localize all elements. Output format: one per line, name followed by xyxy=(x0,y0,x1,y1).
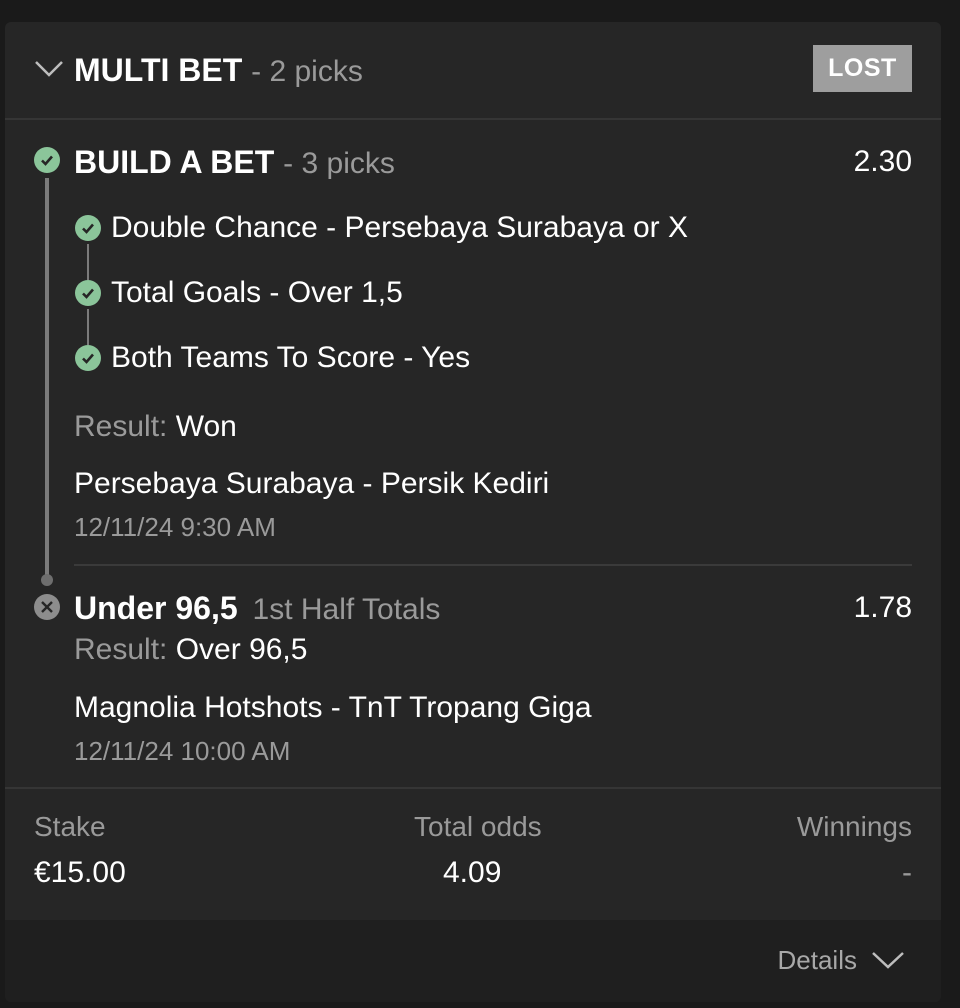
pick-result: Result: Over 96,5 xyxy=(74,631,307,669)
build-a-bet-title: BUILD A BET xyxy=(74,144,275,180)
check-circle-icon xyxy=(75,280,101,306)
details-label: Details xyxy=(777,944,857,975)
timeline-dot xyxy=(41,574,53,586)
match-name: Magnolia Hotshots - TnT Tropang Giga xyxy=(74,691,592,724)
result-value: Won xyxy=(175,410,237,443)
build-a-bet-odds: 2.30 xyxy=(853,145,912,178)
details-footer: Details xyxy=(5,920,941,1002)
check-circle-icon xyxy=(75,215,101,241)
check-circle-icon xyxy=(34,147,60,173)
result-label: Result: xyxy=(74,410,168,443)
timeline-line xyxy=(45,178,49,578)
match-name: Persebaya Surabaya - Persik Kediri xyxy=(74,467,550,500)
selection-connector xyxy=(87,309,89,345)
build-a-bet-picks-count: - 3 picks xyxy=(283,147,395,180)
bet-type-label: MULTI BET xyxy=(74,52,243,88)
pick-selection: Under 96,5 xyxy=(74,590,238,626)
winnings-label: Winnings xyxy=(796,811,912,842)
stake-value: €15.00 xyxy=(34,856,126,889)
bet-card: MULTI BET - 2 picks LOST BUILD A BET - 3… xyxy=(5,22,941,1002)
bet-picks-count: - 2 picks xyxy=(251,55,363,88)
total-odds-label: Total odds xyxy=(414,811,542,842)
header-divider xyxy=(5,118,941,120)
result-label: Result: xyxy=(74,633,168,666)
details-toggle[interactable]: Details xyxy=(778,942,905,978)
build-a-bet-result: Result: Won xyxy=(74,408,237,446)
selection-1: Double Chance - Persebaya Surabaya or X xyxy=(111,211,689,244)
result-value: Over 96,5 xyxy=(175,633,308,666)
selection-2: Total Goals - Over 1,5 xyxy=(111,276,403,309)
match-datetime: 12/11/24 9:30 AM xyxy=(74,512,276,542)
chevron-down-icon xyxy=(872,952,904,969)
winnings-value: - xyxy=(902,856,912,889)
check-circle-icon xyxy=(75,345,101,371)
chevron-down-icon[interactable] xyxy=(34,59,64,79)
pick-odds: 1.78 xyxy=(853,591,912,624)
selection-3: Both Teams To Score - Yes xyxy=(111,341,471,374)
stake-label: Stake xyxy=(34,811,106,842)
selection-connector xyxy=(87,244,89,280)
match-datetime: 12/11/24 10:00 AM xyxy=(74,736,291,766)
pick-divider xyxy=(74,564,912,566)
summary-divider xyxy=(5,787,941,789)
pick-market: 1st Half Totals xyxy=(252,593,441,626)
x-circle-icon xyxy=(34,594,60,620)
total-odds-value: 4.09 xyxy=(443,856,502,889)
status-badge: LOST xyxy=(813,45,912,92)
